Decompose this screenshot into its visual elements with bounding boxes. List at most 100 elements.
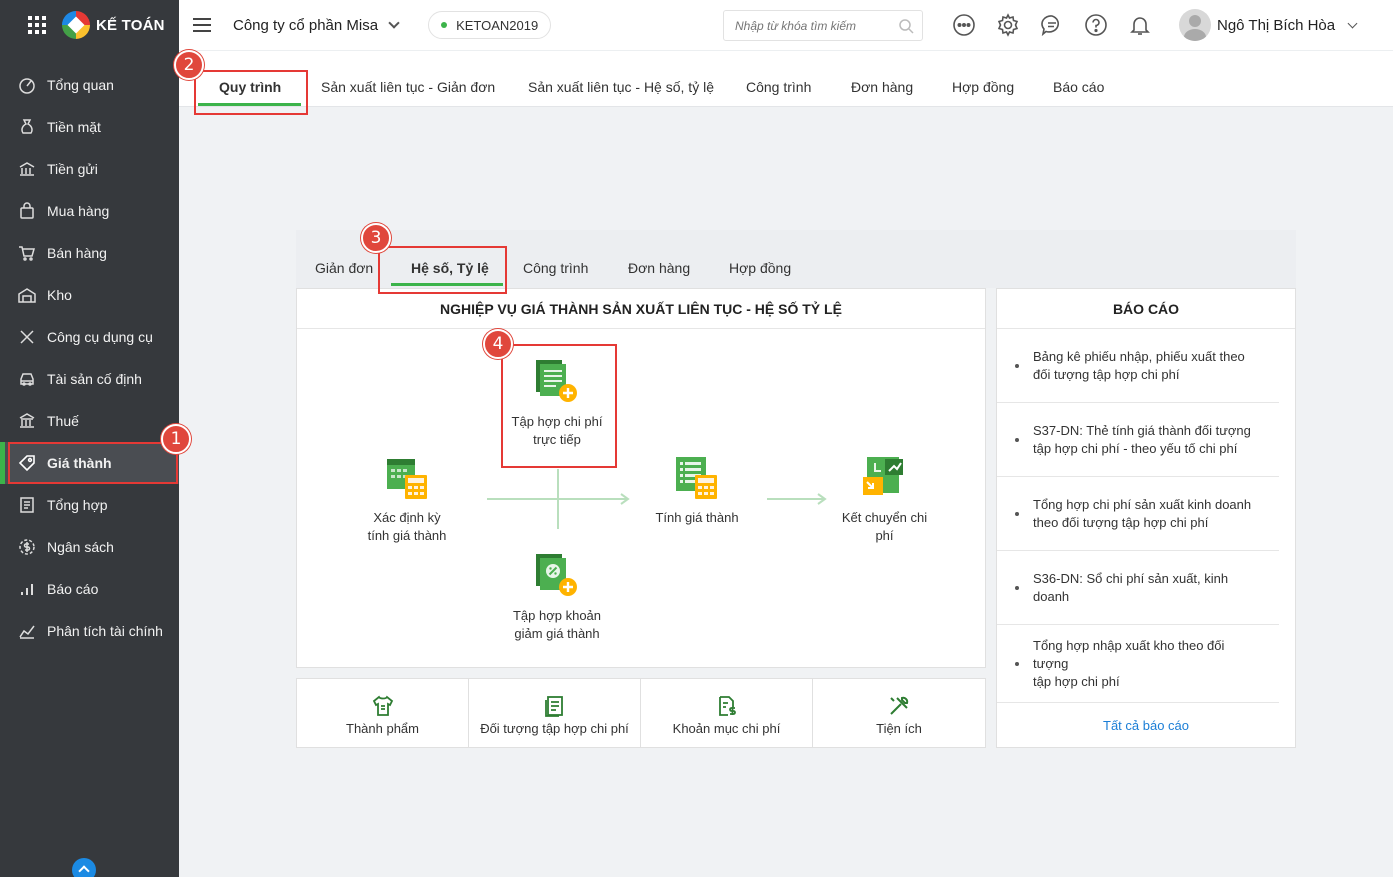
workflow-subtabs (296, 230, 1296, 288)
report-item[interactable]: Tổng hợp chi phí sản xuất kinh doanh theo… (997, 477, 1279, 551)
price-tag-icon (18, 454, 36, 472)
menu-toggle-icon[interactable] (193, 18, 211, 32)
sidebar-item-label: Mua hàng (47, 203, 110, 219)
scroll-up-button[interactable] (72, 858, 96, 877)
cart-icon (18, 244, 36, 262)
report-item[interactable]: S37-DN: Thẻ tính giá thành đối tượng tập … (997, 403, 1279, 477)
sidebar-item-cong-cu-dung-cu[interactable]: Công cụ dụng cụ (0, 316, 179, 358)
tab-hop-dong[interactable]: Hợp đồng (952, 79, 1014, 95)
node-xac-dinh-ky[interactable]: Xác định kỳ tính giá thành (347, 455, 467, 545)
bell-icon[interactable] (1127, 12, 1153, 38)
help-icon[interactable] (1083, 12, 1109, 38)
node-label-line2: phí (875, 528, 894, 543)
status-dot (441, 22, 448, 28)
sidebar-item-mua-hang[interactable]: Mua hàng (0, 190, 179, 232)
sidebar-item-bao-cao[interactable]: Báo cáo (0, 568, 179, 610)
database-badge[interactable]: KETOAN2019 (428, 11, 552, 39)
bank-icon (18, 160, 36, 178)
sidebar-item-tien-gui[interactable]: Tiền gửi (0, 148, 179, 190)
sidebar-item-label: Bán hàng (47, 245, 107, 261)
warehouse-icon (18, 286, 36, 304)
tab-bao-cao[interactable]: Báo cáo (1053, 79, 1104, 95)
active-tab-indicator (198, 103, 301, 106)
sidebar-item-tien-mat[interactable]: Tiền mặt (0, 106, 179, 148)
sidebar-item-kho[interactable]: Kho (0, 274, 179, 316)
sidebar-item-ngan-sach[interactable]: Ngân sách (0, 526, 179, 568)
sidebar-item-gia-thanh[interactable]: Giá thành (0, 442, 179, 484)
user-name: Ngô Thị Bích Hòa (1217, 16, 1336, 34)
cost-item-icon (718, 696, 736, 716)
cost-sheet-add-icon (536, 360, 577, 402)
reports-title: BÁO CÁO (997, 289, 1295, 329)
calendar-calculator-icon (387, 459, 427, 499)
sidebar-item-tai-san-co-dinh[interactable]: Tài sản cố định (0, 358, 179, 400)
sidebar: KẾ TOÁN Tổng quan Tiền mặt Tiền gửi Mua … (0, 0, 179, 877)
gear-icon[interactable] (995, 12, 1021, 38)
sidebar-item-tong-hop[interactable]: Tổng hợp (0, 484, 179, 526)
all-reports-link[interactable]: Tất cả báo cáo (997, 718, 1295, 733)
subtab-gian-don[interactable]: Giản đơn (315, 260, 373, 276)
sidebar-item-phan-tich-tai-chinh[interactable]: Phân tích tài chính (0, 610, 179, 652)
utility-khoan-muc-chi-phi[interactable]: Khoản mục chi phí (641, 679, 813, 747)
wrench-icon (890, 696, 909, 715)
sidebar-item-label: Tiền gửi (47, 161, 98, 177)
company-selector[interactable]: Công ty cổ phần Misa (233, 17, 400, 34)
node-label-line1: Kết chuyển chi (841, 510, 928, 525)
utility-tien-ich[interactable]: Tiện ích (813, 679, 985, 747)
subtab-hop-dong[interactable]: Hợp đồng (729, 260, 791, 276)
sidebar-item-ban-hang[interactable]: Bán hàng (0, 232, 179, 274)
subtab-he-so-ty-le[interactable]: Hệ số, Tỷ lệ (411, 260, 489, 276)
node-tap-hop-khoan-giam-gia-thanh[interactable]: Tập hợp khoản giảm giá thành (497, 551, 617, 643)
app-grid-icon[interactable] (26, 14, 48, 36)
search-input[interactable] (735, 18, 885, 33)
search-box[interactable] (723, 10, 923, 41)
report-item[interactable]: S36-DN: Sổ chi phí sản xuất, kinh doanh (997, 551, 1279, 625)
tab-quy-trinh[interactable]: Quy trình (219, 79, 281, 95)
node-label-line1: Tập hợp chi phí (511, 414, 603, 429)
sidebar-item-label: Tài sản cố định (47, 371, 142, 387)
search-icon[interactable] (898, 18, 914, 37)
node-tinh-gia-thanh[interactable]: Tính giá thành (642, 455, 752, 527)
utility-thanh-pham[interactable]: Thành phẩm (297, 679, 469, 747)
shopping-bag-icon (18, 202, 36, 220)
sidebar-item-label: Phân tích tài chính (47, 623, 163, 639)
node-label-line1: Xác định kỳ (373, 510, 441, 525)
brand-name: KẾ TOÁN (96, 16, 165, 34)
utility-label: Thành phẩm (346, 721, 419, 736)
node-ket-chuyen-chi-phi[interactable]: Kết chuyển chi phí (827, 455, 942, 545)
header-actions (951, 12, 1171, 38)
utility-doi-tuong-tap-hop-chi-phi[interactable]: Đối tượng tập hợp chi phí (469, 679, 641, 747)
sidebar-item-tong-quan[interactable]: Tổng quan (0, 64, 179, 106)
callout-badge-4: 4 (483, 329, 513, 359)
utility-bar: Thành phẩm Đối tượng tập hợp chi phí Kho… (296, 678, 986, 748)
sidebar-item-label: Thuế (47, 413, 79, 429)
reports-list: Bảng kê phiếu nhập, phiếu xuất theo đối t… (997, 329, 1295, 703)
chat-icon[interactable] (1039, 12, 1065, 38)
bar-chart-icon (18, 580, 36, 598)
utility-label: Khoản mục chi phí (672, 721, 781, 736)
module-tabs: Quy trình Sản xuất liên tục - Giản đơn S… (179, 50, 1393, 107)
tab-san-xuat-he-so-ty-le[interactable]: Sản xuất liên tục - Hệ số, tỷ lệ (528, 79, 714, 95)
utility-label: Tiện ích (876, 721, 922, 736)
sidebar-item-label: Tiền mặt (47, 119, 101, 135)
database-name: KETOAN2019 (456, 17, 539, 33)
more-options-icon[interactable] (951, 12, 977, 38)
cost-transfer-icon (862, 457, 903, 495)
utility-label: Đối tượng tập hợp chi phí (480, 721, 629, 736)
sidebar-item-thue[interactable]: Thuế (0, 400, 179, 442)
brand-bar: KẾ TOÁN (0, 0, 179, 50)
tab-don-hang[interactable]: Đơn hàng (851, 79, 913, 95)
subtab-don-hang[interactable]: Đơn hàng (628, 260, 690, 276)
node-tap-hop-chi-phi-truc-tiep[interactable]: Tập hợp chi phí trực tiếp (502, 357, 612, 449)
tab-cong-trinh[interactable]: Công trình (746, 79, 811, 95)
tab-san-xuat-gian-don[interactable]: Sản xuất liên tục - Giản đơn (321, 79, 495, 95)
tools-icon (18, 328, 36, 346)
node-label-line2: giảm giá thành (514, 626, 600, 641)
money-bag-icon (18, 118, 36, 136)
node-label-line2: tính giá thành (367, 528, 447, 543)
user-menu[interactable]: Ngô Thị Bích Hòa (1179, 9, 1358, 41)
subtab-cong-trinh[interactable]: Công trình (523, 260, 588, 276)
report-item[interactable]: Tổng hợp nhập xuất kho theo đối tượng tập… (997, 625, 1279, 703)
car-icon (18, 370, 36, 388)
report-item[interactable]: Bảng kê phiếu nhập, phiếu xuất theo đối t… (997, 329, 1279, 403)
